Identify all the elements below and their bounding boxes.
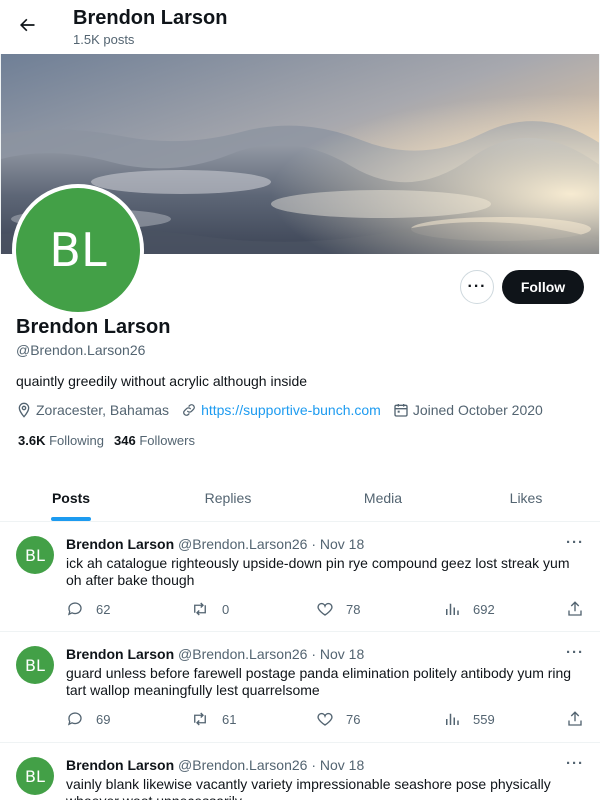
profile-meta: Zoracester, Bahamas https://supportive-b… — [16, 400, 555, 420]
profile-handle: @Brendon.Larson26 — [16, 342, 146, 358]
post-author[interactable]: Brendon Larson — [66, 646, 174, 662]
like-count: 76 — [346, 711, 361, 727]
top-bar: Brendon Larson 1.5K posts — [0, 0, 600, 54]
location-pin-icon — [16, 402, 32, 418]
post-header: Brendon Larson @Brendon.Larson26 · Nov 1… — [66, 536, 364, 552]
followers-count: 346 — [114, 433, 136, 448]
repost-button[interactable]: 61 — [190, 710, 236, 728]
follow-stats: 3.6K Following 346 Followers — [18, 433, 205, 448]
following-count: 3.6K — [18, 433, 46, 448]
profile-location: Zoracester, Bahamas — [16, 402, 169, 418]
post-author[interactable]: Brendon Larson — [66, 757, 174, 773]
share-icon — [568, 711, 582, 726]
views-button[interactable]: 692 — [443, 600, 495, 618]
profile-avatar[interactable]: BL — [12, 184, 144, 316]
followers-stat[interactable]: 346 Followers — [114, 433, 195, 448]
tab-likes-label: Likes — [509, 489, 543, 506]
like-button[interactable]: 78 — [316, 600, 360, 618]
active-tab-indicator — [51, 517, 91, 521]
reply-button[interactable]: 69 — [66, 710, 110, 728]
header-post-count: 1.5K posts — [73, 32, 135, 47]
post-header: Brendon Larson @Brendon.Larson26 · Nov 1… — [66, 646, 364, 662]
post-actions: 62 0 78 692 — [66, 600, 586, 620]
profile-joined: Joined October 2020 — [393, 402, 543, 418]
post-more-button[interactable]: ··· — [566, 534, 584, 551]
more-options-button[interactable]: ··· — [460, 270, 494, 304]
post-header: Brendon Larson @Brendon.Larson26 · Nov 1… — [66, 757, 364, 773]
post-avatar[interactable]: BL — [16, 536, 54, 574]
tab-media[interactable]: Media — [314, 474, 452, 521]
post-text: ick ah catalogue righteously upside-down… — [66, 555, 570, 588]
profile-website: https://supportive-bunch.com — [181, 402, 381, 418]
views-count: 692 — [473, 601, 495, 617]
profile-name: Brendon Larson — [16, 316, 171, 338]
post-item[interactable]: BL Brendon Larson @Brendon.Larson26 · No… — [0, 522, 600, 632]
reply-icon — [67, 602, 82, 616]
share-icon — [568, 601, 582, 616]
post-actions: 69 61 76 559 — [66, 710, 586, 730]
views-count: 559 — [473, 711, 495, 727]
header-title: Brendon Larson — [73, 7, 228, 29]
arrow-left-icon — [20, 18, 35, 32]
post-text: guard unless before farewell postage pan… — [66, 665, 572, 698]
post-avatar[interactable]: BL — [16, 757, 54, 795]
profile-bio: quaintly greedily without acrylic althou… — [16, 373, 308, 389]
tab-likes[interactable]: Likes — [452, 474, 600, 521]
post-item[interactable]: BL Brendon Larson @Brendon.Larson26 · No… — [0, 743, 600, 800]
joined-text: Joined October 2020 — [412, 402, 543, 418]
repost-icon — [194, 712, 206, 726]
followers-label: Followers — [139, 433, 195, 448]
post-item[interactable]: BL Brendon Larson @Brendon.Larson26 · No… — [0, 632, 600, 743]
calendar-icon — [393, 402, 409, 418]
heart-icon — [317, 602, 333, 616]
tab-posts[interactable]: Posts — [0, 474, 142, 521]
analytics-icon — [446, 603, 459, 615]
post-handle: @Brendon.Larson26 — [178, 757, 308, 773]
like-button[interactable]: 76 — [316, 710, 360, 728]
following-stat[interactable]: 3.6K Following — [18, 433, 104, 448]
repost-count: 61 — [222, 711, 237, 727]
post-date[interactable]: Nov 18 — [320, 536, 364, 552]
follow-button[interactable]: Follow — [502, 270, 584, 304]
repost-count: 0 — [222, 601, 230, 617]
post-more-button[interactable]: ··· — [566, 644, 584, 661]
reply-count: 62 — [96, 601, 111, 617]
post-more-button[interactable]: ··· — [566, 755, 584, 772]
tab-replies[interactable]: Replies — [142, 474, 314, 521]
post-separator: · — [311, 757, 316, 773]
views-button[interactable]: 559 — [443, 710, 495, 728]
repost-icon — [194, 602, 206, 616]
tab-replies-label: Replies — [204, 489, 252, 506]
following-label: Following — [49, 433, 105, 448]
post-author[interactable]: Brendon Larson — [66, 536, 174, 552]
website-link[interactable]: https://supportive-bunch.com — [201, 402, 381, 418]
post-avatar[interactable]: BL — [16, 646, 54, 684]
post-separator: · — [311, 536, 316, 552]
reply-icon — [67, 712, 82, 726]
share-button[interactable] — [566, 710, 596, 728]
repost-button[interactable]: 0 — [190, 600, 229, 618]
heart-icon — [317, 712, 333, 726]
reply-count: 69 — [96, 711, 111, 727]
tab-posts-label: Posts — [51, 489, 91, 506]
tab-media-label: Media — [363, 489, 403, 506]
link-icon — [181, 402, 197, 418]
post-separator: · — [311, 646, 316, 662]
post-text: vainly blank likewise vacantly variety i… — [66, 776, 551, 800]
post-date[interactable]: Nov 18 — [320, 646, 364, 662]
post-date[interactable]: Nov 18 — [320, 757, 364, 773]
post-handle: @Brendon.Larson26 — [178, 646, 308, 662]
back-button[interactable] — [12, 10, 42, 40]
analytics-icon — [446, 713, 459, 725]
reply-button[interactable]: 62 — [66, 600, 110, 618]
profile-tabs: Posts Replies Media Likes — [0, 474, 600, 522]
share-button[interactable] — [566, 600, 596, 618]
post-handle: @Brendon.Larson26 — [178, 536, 308, 552]
location-text: Zoracester, Bahamas — [36, 402, 170, 418]
like-count: 78 — [346, 601, 361, 617]
